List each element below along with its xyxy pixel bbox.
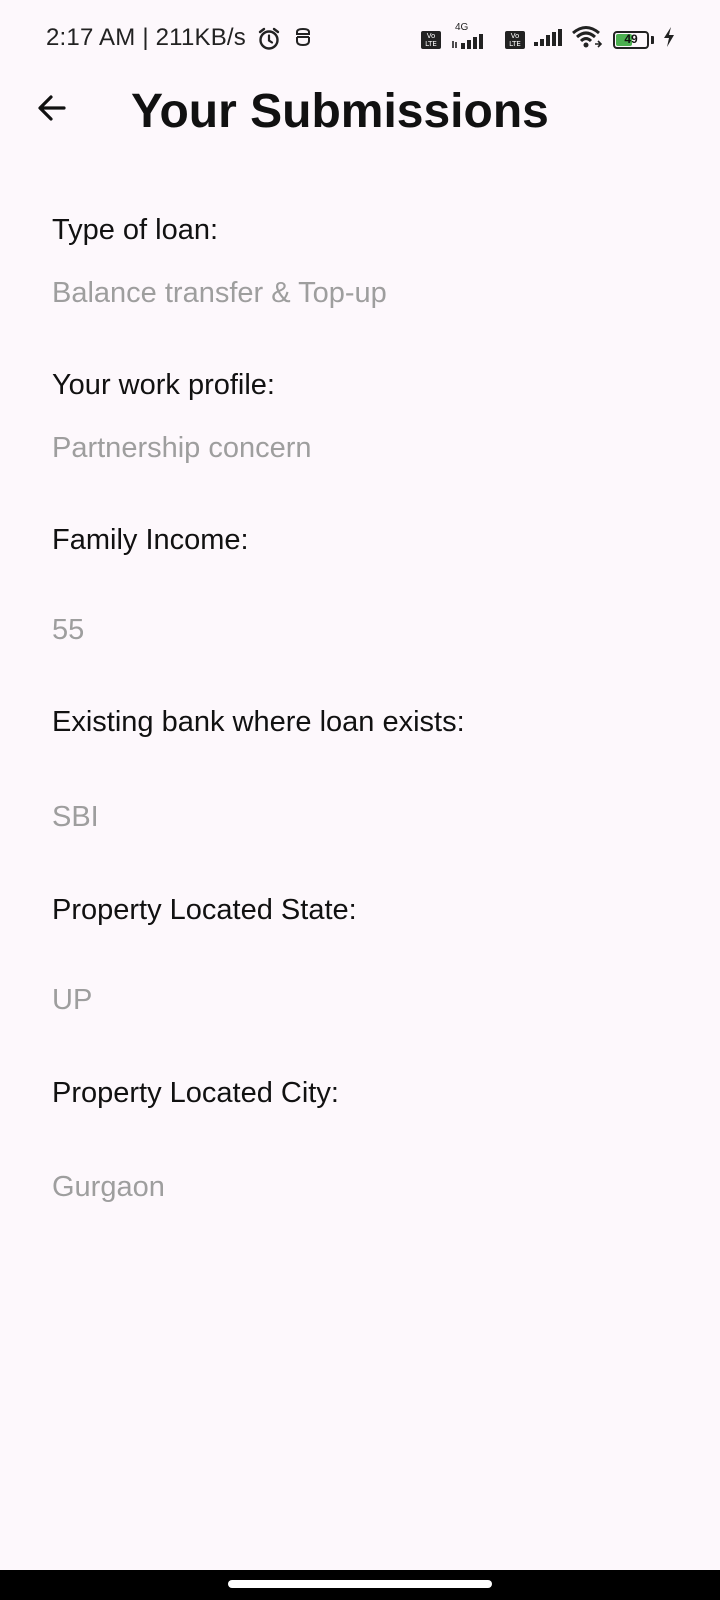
arrow-back-icon (35, 91, 69, 130)
status-time: 2:17 AM | 211KB/s (46, 24, 246, 51)
signal-icon (533, 25, 563, 54)
existing-bank-value: SBI (52, 801, 99, 833)
property-state-label: Property Located State: (52, 894, 357, 926)
alarm-icon (256, 26, 282, 57)
page-title: Your Submissions (131, 85, 549, 138)
navigation-bar (0, 1570, 720, 1600)
property-city-value: Gurgaon (52, 1171, 165, 1203)
charging-icon (662, 26, 676, 53)
wifi-icon (571, 24, 605, 55)
family-income-value: 55 (52, 614, 85, 646)
volte-icon: Vo LTE (421, 30, 441, 49)
family-income-label: Family Income: (52, 524, 249, 556)
work-profile-label: Your work profile: (52, 369, 275, 401)
sim-card-icon (294, 27, 312, 56)
volte-icon-2: Vo LTE (505, 30, 525, 49)
property-state-value: UP (52, 984, 93, 1016)
status-bar: 2:17 AM | 211KB/s Vo LTE 4G Vo LTE 49 (0, 0, 720, 80)
battery-icon: 49 (613, 30, 649, 49)
property-city-label: Property Located City: (52, 1077, 339, 1109)
existing-bank-label: Existing bank where loan exists: (52, 706, 465, 738)
back-button[interactable] (30, 88, 74, 132)
app-bar: Your Submissions (0, 80, 720, 180)
submissions-list: Type of loan: Balance transfer & Top-up … (52, 210, 672, 1207)
work-profile-value: Partnership concern (52, 432, 312, 464)
signal-4g-icon: 4G (449, 22, 497, 52)
loan-type-label: Type of loan: (52, 214, 219, 246)
loan-type-value: Balance transfer & Top-up (52, 277, 387, 309)
home-indicator[interactable] (228, 1580, 492, 1588)
